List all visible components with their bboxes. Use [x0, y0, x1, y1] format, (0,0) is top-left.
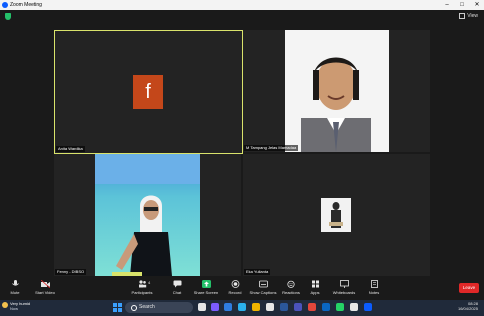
- video-tile-1[interactable]: f Anita Wardika: [54, 30, 243, 154]
- view-label: View: [467, 13, 478, 19]
- security-shield-icon[interactable]: [5, 13, 11, 20]
- notes-button[interactable]: Notes: [365, 280, 383, 295]
- record-icon: [231, 280, 239, 288]
- share-screen-icon: [201, 280, 211, 288]
- start-video-label: Start Video: [35, 290, 55, 295]
- linkedin-icon[interactable]: [322, 303, 330, 311]
- meeting-topbar: [0, 10, 484, 22]
- share-screen-label: Share Screen: [193, 290, 219, 295]
- participants-count: 4: [148, 280, 151, 285]
- windows-start-icon[interactable]: [113, 303, 122, 312]
- zoom-taskbar-icon[interactable]: [364, 303, 372, 311]
- share-screen-button[interactable]: Share Screen: [192, 280, 220, 295]
- weather-sun-icon: [2, 302, 8, 308]
- taskbar-app-icon[interactable]: [224, 303, 232, 311]
- minimize-button[interactable]: –: [440, 0, 454, 10]
- participant-name: Anita Wardika: [56, 146, 85, 152]
- notes-label: Notes: [368, 290, 380, 295]
- show-captions-label: Show Captions: [249, 290, 277, 295]
- search-icon: [131, 305, 137, 311]
- view-button[interactable]: View: [459, 12, 478, 20]
- file-explorer-icon[interactable]: [252, 303, 260, 311]
- participants-label: Participants: [131, 290, 153, 295]
- participant-name: M Tampang Jelas Mamadaa: [244, 145, 299, 151]
- edge-browser-icon[interactable]: [238, 303, 246, 311]
- grid-view-icon: [459, 12, 466, 19]
- weather-subtitle: Now: [10, 306, 19, 311]
- taskbar-app-icon[interactable]: [266, 303, 274, 311]
- notes-icon: [370, 280, 378, 288]
- clock-date: 16/04/2025: [457, 306, 478, 311]
- reactions-icon: [286, 280, 295, 288]
- video-tile-2[interactable]: M Tampang Jelas Mamadaa: [243, 30, 430, 152]
- taskbar-app-icon[interactable]: [308, 303, 316, 311]
- record-button[interactable]: Record: [224, 280, 246, 295]
- chat-button[interactable]: Chat: [168, 280, 186, 295]
- mute-label: Mute: [10, 290, 20, 295]
- participant-photo: [285, 30, 389, 152]
- show-captions-button[interactable]: Show Captions: [247, 280, 279, 295]
- video-tile-4[interactable]: Eka Yulianta: [243, 154, 430, 276]
- mute-button[interactable]: Mute: [6, 280, 24, 295]
- taskbar-search-box[interactable]: Search: [125, 302, 193, 313]
- participant-photo: [321, 198, 351, 232]
- apps-icon: [311, 280, 319, 288]
- close-button[interactable]: ✕: [470, 0, 484, 10]
- whiteboards-button[interactable]: Whiteboards: [329, 280, 359, 295]
- taskbar-app-icon[interactable]: [280, 303, 288, 311]
- meeting-toolbar: Mute Start Video Participants 4 Chat Sha…: [0, 278, 484, 300]
- participant-avatar: f: [133, 75, 163, 109]
- microphone-icon: [11, 280, 19, 286]
- reactions-label: Reactions: [282, 290, 300, 295]
- taskbar-app-icon[interactable]: [350, 303, 358, 311]
- participant-photo: [95, 154, 200, 276]
- chat-bubble-icon: [173, 280, 181, 288]
- reactions-button[interactable]: Reactions: [279, 280, 303, 295]
- whiteboard-icon: [339, 280, 349, 288]
- apps-button[interactable]: Apps: [306, 280, 324, 295]
- search-placeholder: Search: [139, 304, 155, 310]
- video-tile-3[interactable]: Fenny - DIBSO: [54, 154, 241, 276]
- maximize-button[interactable]: □: [455, 0, 469, 10]
- video-camera-icon: [40, 280, 50, 288]
- window-title: Zoom Meeting: [10, 2, 42, 8]
- participants-icon: [138, 280, 146, 288]
- taskbar-app-icon[interactable]: [211, 303, 219, 311]
- whatsapp-icon[interactable]: [336, 303, 344, 311]
- participant-name: Fenny - DIBSO: [55, 269, 87, 275]
- task-view-icon[interactable]: [198, 303, 206, 311]
- participants-button[interactable]: Participants: [128, 280, 156, 295]
- teams-icon[interactable]: [294, 303, 302, 311]
- window-titlebar: Zoom Meeting – □ ✕: [0, 0, 484, 10]
- start-video-button[interactable]: Start Video: [30, 280, 60, 295]
- zoom-logo-icon: [2, 2, 8, 8]
- record-label: Record: [228, 290, 242, 295]
- captions-icon: [258, 280, 268, 288]
- whiteboards-label: Whiteboards: [332, 290, 356, 295]
- system-clock[interactable]: 08:28 16/04/2025: [440, 301, 478, 311]
- leave-button[interactable]: Leave: [459, 283, 479, 293]
- chat-label: Chat: [172, 290, 182, 295]
- participant-name: Eka Yulianta: [244, 269, 271, 275]
- apps-label: Apps: [310, 290, 320, 295]
